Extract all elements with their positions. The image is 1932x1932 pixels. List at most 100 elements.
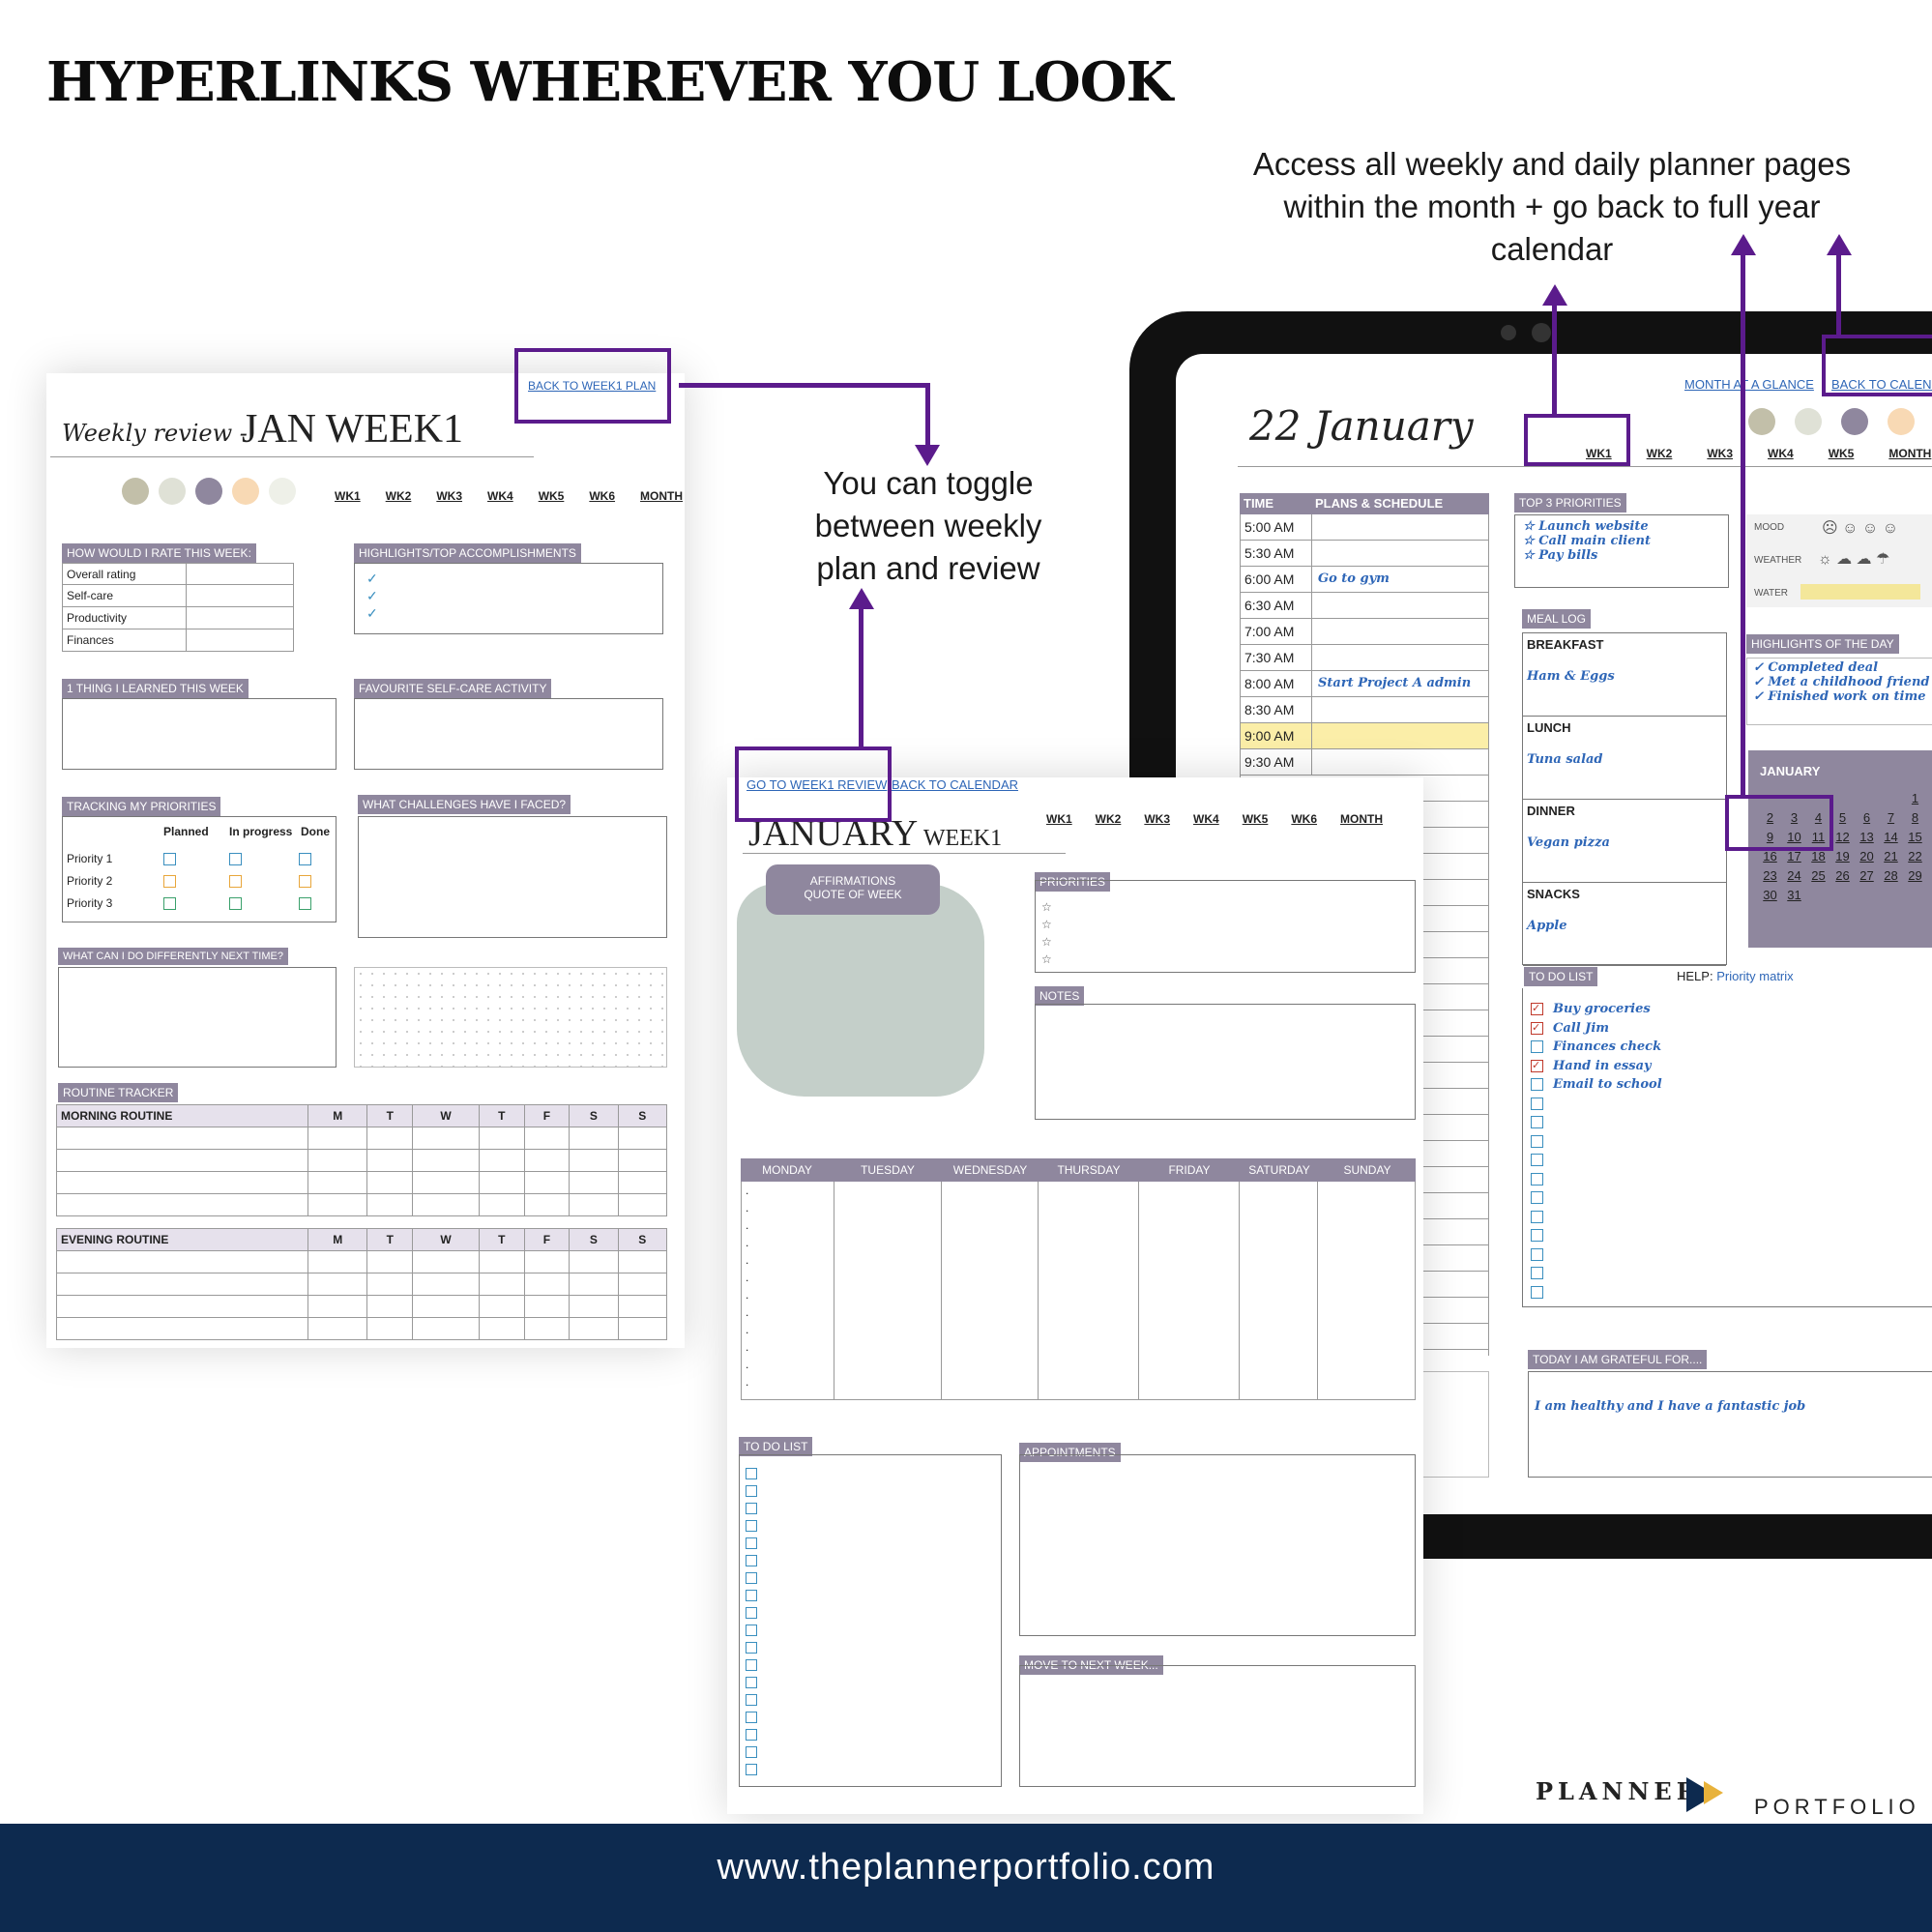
mini-cal-day[interactable] (1806, 886, 1830, 905)
routine-cell[interactable] (478, 1193, 525, 1216)
mini-cal-day[interactable]: 13 (1855, 828, 1879, 847)
mini-cal-day[interactable]: 12 (1830, 828, 1855, 847)
todo-item[interactable] (1531, 1245, 1932, 1265)
checkbox[interactable] (746, 1554, 995, 1571)
routine-cell[interactable] (307, 1273, 368, 1296)
todo-item[interactable] (1531, 1208, 1932, 1227)
checkbox[interactable] (746, 1467, 995, 1484)
checkbox[interactable] (746, 1484, 995, 1502)
checkbox[interactable] (163, 897, 176, 910)
todo-item[interactable] (1531, 1264, 1932, 1283)
mini-cal-day[interactable]: 1 (1903, 789, 1927, 808)
meal-value[interactable]: Apple (1527, 919, 1722, 933)
month-at-a-glance-link[interactable]: MONTH AT A GLANCE (1684, 377, 1814, 392)
checkbox[interactable] (746, 1519, 995, 1537)
mini-cal-day[interactable]: 8 (1903, 808, 1927, 828)
learned-box[interactable] (62, 698, 337, 770)
routine-cell[interactable] (617, 1149, 668, 1172)
mini-cal-day[interactable] (1830, 789, 1855, 808)
mini-cal-day[interactable]: 7 (1879, 808, 1903, 828)
routine-cell[interactable] (569, 1193, 619, 1216)
wk6-link[interactable]: WK6 (589, 489, 615, 503)
wk1-link[interactable]: WK1 (1046, 812, 1072, 826)
todo-item[interactable]: ✓ Call Jim (1531, 1019, 1932, 1039)
mini-cal-day[interactable] (1879, 789, 1903, 808)
checkbox[interactable] (746, 1711, 995, 1728)
checkbox[interactable] (1531, 1134, 1543, 1148)
checkbox[interactable] (1531, 1040, 1543, 1054)
move-box[interactable] (1019, 1665, 1416, 1787)
mini-cal-day[interactable]: 14 (1879, 828, 1903, 847)
mini-cal-day[interactable]: 5 (1830, 808, 1855, 828)
mini-cal-day[interactable]: 26 (1830, 866, 1855, 886)
routine-cell[interactable] (366, 1295, 414, 1318)
routine-cell[interactable] (569, 1250, 619, 1273)
todo-item[interactable] (1531, 1170, 1932, 1189)
checkbox[interactable] (746, 1658, 995, 1676)
routine-cell[interactable] (412, 1273, 480, 1296)
appointments-box[interactable] (1019, 1454, 1416, 1636)
todo-item[interactable] (1531, 1095, 1932, 1114)
rate-value[interactable] (187, 585, 293, 606)
checkbox[interactable] (1531, 1154, 1543, 1167)
wk1-link[interactable]: WK1 (335, 489, 361, 503)
checkbox[interactable] (1531, 1210, 1543, 1223)
rate-value[interactable] (187, 564, 293, 584)
wk2-link[interactable]: WK2 (1647, 447, 1673, 460)
checkbox[interactable] (163, 875, 176, 888)
checkbox[interactable] (1531, 1229, 1543, 1243)
day-column[interactable]: ............ (742, 1182, 834, 1399)
day-column[interactable] (1139, 1182, 1240, 1399)
mini-cal-day[interactable] (1830, 886, 1855, 905)
routine-cell[interactable] (412, 1193, 480, 1216)
plan-cell[interactable]: Go to gym (1312, 567, 1390, 592)
todo-item[interactable]: ✓ Hand in essay (1531, 1057, 1932, 1076)
routine-cell[interactable] (307, 1193, 368, 1216)
differently-box[interactable] (58, 967, 337, 1068)
mini-cal-day[interactable]: 23 (1758, 866, 1782, 886)
mini-cal-day[interactable]: 24 (1782, 866, 1806, 886)
checkbox[interactable] (746, 1763, 995, 1780)
footer-url[interactable]: www.theplannerportfolio.com (0, 1847, 1932, 1888)
routine-cell[interactable] (412, 1171, 480, 1194)
routine-cell[interactable] (523, 1193, 571, 1216)
routine-cell[interactable] (617, 1317, 668, 1340)
mini-cal-day[interactable]: 22 (1903, 847, 1927, 866)
checkbox[interactable] (229, 875, 242, 888)
todo-item[interactable] (1531, 1226, 1932, 1245)
routine-cell[interactable] (617, 1193, 668, 1216)
routine-cell[interactable] (366, 1149, 414, 1172)
wk2-link[interactable]: WK2 (386, 489, 412, 503)
checkbox[interactable] (746, 1537, 995, 1554)
routine-cell[interactable] (307, 1171, 368, 1194)
todo-item[interactable] (1531, 1188, 1932, 1208)
todo-item[interactable]: Finances check (1531, 1038, 1932, 1057)
todo-item[interactable]: Email to school (1531, 1075, 1932, 1095)
routine-cell[interactable] (412, 1250, 480, 1273)
routine-cell[interactable] (569, 1171, 619, 1194)
mini-cal-day[interactable]: 30 (1758, 886, 1782, 905)
checkbox[interactable] (163, 853, 176, 865)
mini-cal-day[interactable]: 28 (1879, 866, 1903, 886)
plan-cell[interactable] (1312, 697, 1318, 722)
checkbox[interactable] (1531, 1172, 1543, 1186)
weather-icons[interactable]: ☼ ☁ ☁ ☂ (1818, 549, 1889, 569)
routine-cell[interactable] (569, 1317, 619, 1340)
priority-matrix-link[interactable]: Priority matrix (1716, 969, 1793, 983)
routine-cell[interactable] (307, 1250, 368, 1273)
routine-cell[interactable] (478, 1250, 525, 1273)
todo-item[interactable] (1531, 1113, 1932, 1132)
routine-cell[interactable] (307, 1317, 368, 1340)
checkbox[interactable] (746, 1693, 995, 1711)
plan-cell[interactable] (1312, 514, 1318, 540)
routine-cell[interactable] (569, 1127, 619, 1150)
routine-cell[interactable] (412, 1127, 480, 1150)
checkbox[interactable] (746, 1728, 995, 1745)
routine-cell[interactable] (307, 1127, 368, 1150)
checkbox[interactable] (1531, 1285, 1543, 1299)
mini-cal-day[interactable] (1879, 886, 1903, 905)
checkbox[interactable] (746, 1624, 995, 1641)
checkbox[interactable] (1531, 1097, 1543, 1110)
plan-cell[interactable] (1312, 723, 1318, 748)
routine-cell[interactable] (478, 1149, 525, 1172)
